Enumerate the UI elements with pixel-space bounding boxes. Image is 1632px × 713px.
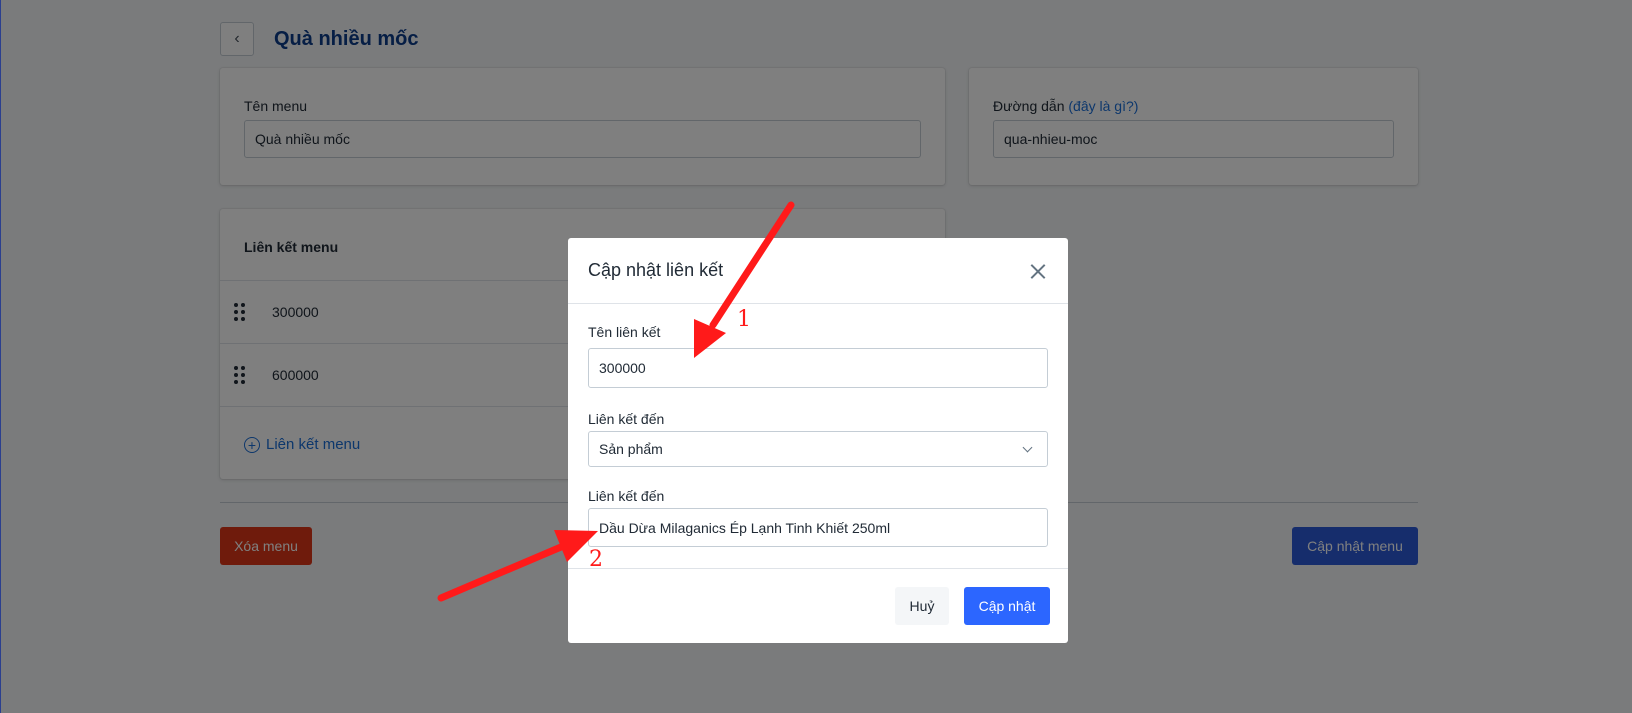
modal-header: Cập nhật liên kết: [568, 238, 1068, 304]
link-type-value: Sản phẩm: [599, 441, 663, 457]
annotation-marker-1: 1: [737, 307, 751, 332]
page: ‹ Quà nhiều mốc Tên menu Quà nhiều mốc Đ…: [0, 0, 1632, 713]
confirm-update-button[interactable]: Cập nhật: [964, 587, 1050, 625]
link-target-label: Liên kết đến: [588, 488, 665, 504]
update-link-modal: Cập nhật liên kết Tên liên kết 300000 Li…: [568, 238, 1068, 643]
link-name-label: Tên liên kết: [588, 324, 661, 340]
link-name-input[interactable]: 300000: [588, 348, 1048, 388]
link-type-label: Liên kết đến: [588, 411, 665, 427]
modal-footer: Huỷ Cập nhật: [568, 568, 1068, 643]
modal-title: Cập nhật liên kết: [588, 260, 724, 280]
cancel-button[interactable]: Huỷ: [895, 587, 949, 625]
close-icon[interactable]: [1028, 261, 1048, 281]
link-type-select[interactable]: Sản phẩm: [588, 431, 1048, 467]
chevron-down-icon: [1022, 442, 1033, 452]
annotation-marker-2: 2: [589, 547, 603, 572]
link-target-input[interactable]: Dầu Dừa Milaganics Ép Lạnh Tinh Khiết 25…: [588, 508, 1048, 547]
